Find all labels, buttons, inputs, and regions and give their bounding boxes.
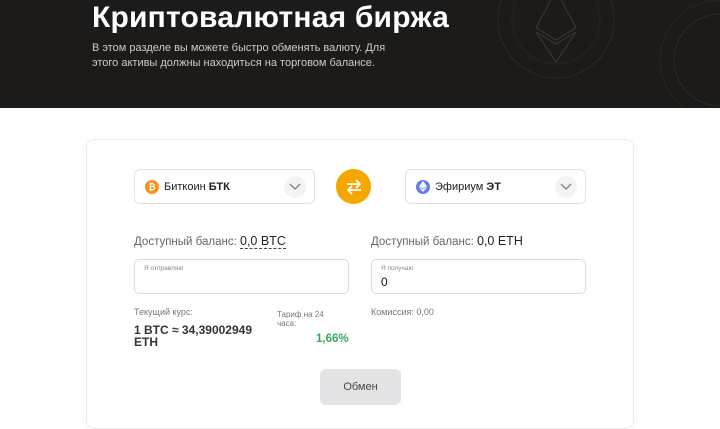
- receive-field-value[interactable]: 0: [381, 275, 388, 289]
- chevron-down-icon[interactable]: [284, 176, 306, 198]
- ethereum-icon: [416, 179, 430, 194]
- hero-banner: Криптовалютная биржа В этом разделе вы м…: [0, 0, 720, 108]
- tariff-label: Тариф на 24 часа:: [277, 310, 324, 328]
- page-title: Криптовалютная биржа: [92, 1, 450, 34]
- from-currency-label: Биткоин БТК: [164, 180, 230, 193]
- to-balance-value: 0,0 ETH: [477, 234, 523, 248]
- receive-field-label: Я получаю: [381, 265, 414, 272]
- rate-label: Текущий курс:: [134, 307, 193, 317]
- swap-button[interactable]: [336, 169, 371, 204]
- commission-text: Комиссия: 0,00: [371, 307, 434, 317]
- from-balance: Доступный баланс: 0,0 BTC: [134, 234, 286, 249]
- send-amount-field[interactable]: Я отправляю: [134, 259, 349, 294]
- send-field-label: Я отправляю: [144, 265, 184, 272]
- from-currency-select[interactable]: ₿ Биткоин БТК: [134, 169, 315, 204]
- from-balance-value[interactable]: 0,0 BTC: [240, 234, 286, 249]
- page-description: В этом разделе вы можете быстро обменять…: [92, 42, 386, 69]
- to-currency-select[interactable]: Эфириум ЭТ: [405, 169, 586, 204]
- exchange-button[interactable]: Обмен: [320, 369, 401, 405]
- tariff-value: 1,66%: [316, 333, 349, 345]
- swap-arrows-icon: [346, 178, 361, 195]
- receive-amount-field[interactable]: Я получаю 0: [371, 259, 586, 294]
- rate-value: 1 BTC ≈ 34,39002949 ETH: [134, 323, 252, 349]
- bitcoin-icon: ₿: [145, 179, 159, 194]
- chevron-down-icon[interactable]: [555, 176, 577, 198]
- to-currency-label: Эфириум ЭТ: [435, 180, 501, 193]
- to-balance: Доступный баланс: 0,0 ETH: [371, 234, 523, 248]
